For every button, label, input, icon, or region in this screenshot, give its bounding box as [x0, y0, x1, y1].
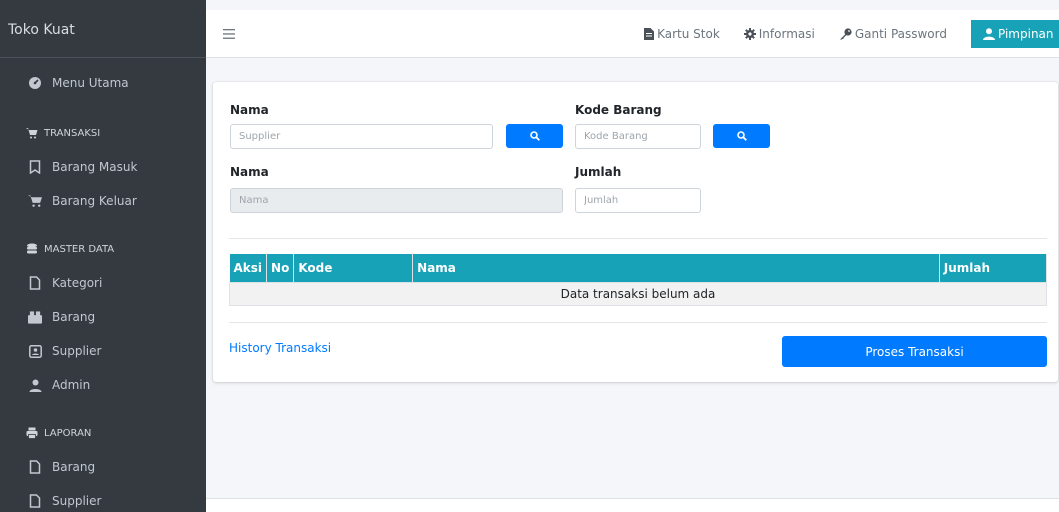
sidebar-item-label: Barang	[52, 310, 96, 324]
file-icon	[28, 494, 42, 508]
sidebar-item-barang[interactable]: Barang	[0, 300, 206, 334]
sidebar-item-label: Supplier	[52, 494, 102, 508]
informasi-link[interactable]: Informasi	[743, 27, 815, 41]
top-nav-links: Kartu Stok Informasi Ganti Password Pimp…	[644, 10, 1059, 58]
history-transaksi-link[interactable]: History Transaksi	[229, 341, 331, 355]
column-header-aksi: Aksi	[229, 254, 268, 282]
sidebar-item-label: Admin	[52, 378, 91, 392]
gear-icon	[743, 28, 756, 40]
table-header-row: Aksi No Kode Nama Jumlah	[229, 254, 1048, 282]
sidebar-item-barang-masuk[interactable]: Barang Masuk	[0, 150, 206, 184]
document-icon	[644, 28, 655, 40]
sidebar-item-barang-keluar[interactable]: Barang Keluar	[0, 184, 206, 218]
bookmark-icon	[28, 160, 42, 174]
column-header-jumlah: Jumlah	[939, 254, 1048, 282]
sidebar-item-label: Menu Utama	[52, 76, 129, 90]
proses-transaksi-button[interactable]: Proses Transaksi	[782, 336, 1047, 367]
kode-barang-search-button[interactable]	[713, 124, 770, 148]
kartu-stok-link[interactable]: Kartu Stok	[644, 27, 720, 41]
footer	[206, 498, 1059, 512]
file-icon	[28, 460, 42, 474]
sidebar-item-laporan-supplier[interactable]: Supplier	[0, 484, 206, 512]
sidebar-header-transaksi: TRANSAKSI	[0, 116, 206, 150]
transaction-table: Aksi No Kode Nama Jumlah Data transaksi …	[229, 254, 1048, 306]
jumlah-input[interactable]	[575, 188, 701, 213]
sidebar-item-kategori[interactable]: Kategori	[0, 266, 206, 300]
nama-label: Nama	[230, 165, 269, 179]
kode-barang-input[interactable]	[575, 124, 701, 149]
column-header-kode: Kode	[293, 254, 414, 282]
jumlah-label: Jumlah	[575, 165, 622, 179]
sidebar-item-label: Kategori	[52, 276, 103, 290]
sidebar: Toko Kuat Menu Utama TRANSAKSI Barang Ma…	[0, 0, 206, 512]
sidebar-item-label: Barang Keluar	[52, 194, 137, 208]
divider	[229, 238, 1047, 239]
nama-input	[230, 188, 563, 213]
user-icon	[983, 28, 995, 40]
file-icon	[28, 276, 42, 290]
sidebar-item-label: Supplier	[52, 344, 102, 358]
top-navbar: Kartu Stok Informasi Ganti Password Pimp…	[206, 10, 1059, 58]
database-icon	[26, 243, 38, 255]
sidebar-item-label: Barang	[52, 460, 96, 474]
dashboard-icon	[28, 76, 42, 90]
brand-title[interactable]: Toko Kuat	[0, 0, 206, 58]
column-header-no: No	[266, 254, 295, 282]
contact-card-icon	[28, 344, 42, 358]
box-icon	[28, 310, 42, 324]
supplier-input[interactable]	[230, 124, 493, 149]
search-icon	[736, 131, 747, 141]
search-icon	[529, 131, 540, 141]
sidebar-item-laporan-barang[interactable]: Barang	[0, 450, 206, 484]
divider	[229, 322, 1047, 323]
kode-barang-label: Kode Barang	[575, 103, 662, 117]
sidebar-header-master-data: MASTER DATA	[0, 232, 206, 266]
user-icon	[28, 378, 42, 392]
cart-icon	[28, 194, 42, 208]
user-menu-button[interactable]: Pimpinan	[971, 20, 1059, 48]
sidebar-item-admin[interactable]: Admin	[0, 368, 206, 402]
key-icon	[839, 28, 852, 40]
print-icon	[26, 427, 38, 439]
table-row: Data transaksi belum ada	[229, 281, 1047, 306]
hamburger-menu-icon[interactable]	[222, 27, 236, 41]
sidebar-item-menu-utama[interactable]: Menu Utama	[0, 66, 206, 100]
sidebar-nav: Menu Utama TRANSAKSI Barang Masuk Barang…	[0, 58, 206, 512]
ganti-password-link[interactable]: Ganti Password	[839, 27, 947, 41]
column-header-nama: Nama	[412, 254, 940, 282]
transaction-card: Nama Kode Barang Nama Jumlah Aksi No Kod…	[213, 82, 1058, 382]
sidebar-item-label: Barang Masuk	[52, 160, 138, 174]
sidebar-item-supplier[interactable]: Supplier	[0, 334, 206, 368]
supplier-label: Nama	[230, 103, 269, 117]
supplier-search-button[interactable]	[506, 124, 563, 148]
cart-icon	[26, 127, 38, 139]
sidebar-header-laporan: LAPORAN	[0, 416, 206, 450]
empty-table-message: Data transaksi belum ada	[229, 281, 1047, 306]
